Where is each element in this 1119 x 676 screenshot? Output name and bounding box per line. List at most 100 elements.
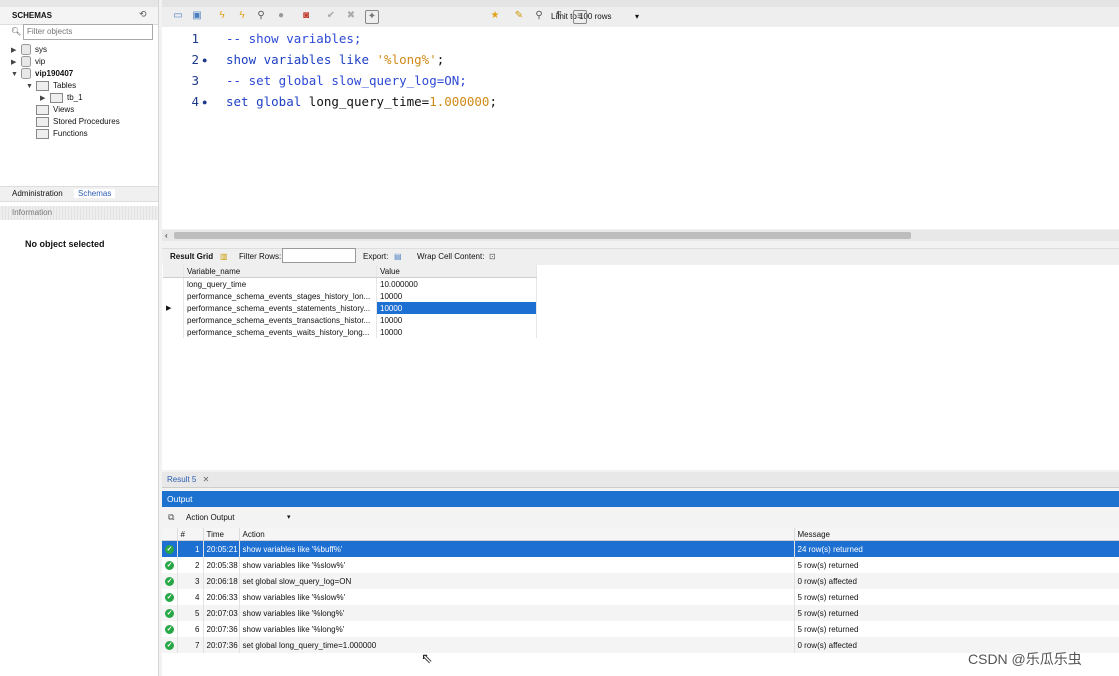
column-header-number[interactable]: # — [177, 528, 204, 541]
find-replace-icon[interactable]: ✎ — [513, 10, 525, 22]
column-header-time[interactable]: Time — [203, 528, 240, 541]
row-time: 20:06:18 — [203, 573, 240, 589]
grid-header-row: Variable_name Value — [163, 265, 537, 278]
grid-cell-selected[interactable]: 10000 — [376, 302, 537, 314]
table-row[interactable]: ✓ 5 20:07:03 show variables like '%long%' 5 … — [162, 605, 1119, 621]
table-row[interactable]: ✓ 2 20:05:38 show variables like '%slow%' 5 … — [162, 557, 1119, 573]
row-time: 20:07:36 — [203, 637, 240, 653]
line-number: 3 — [191, 73, 199, 88]
table-row[interactable]: ✓ 1 20:05:21 show variables like '%buff%' 24… — [162, 540, 1119, 557]
invisible-chars-icon[interactable]: ¶ — [553, 10, 565, 22]
tree-label: Functions — [53, 129, 88, 138]
execute-icon[interactable]: ϟ — [216, 10, 228, 22]
close-icon[interactable]: ✕ — [203, 475, 210, 484]
grid-cell[interactable]: performance_schema_events_stages_history… — [183, 290, 377, 302]
grid-cell[interactable]: long_query_time — [183, 277, 377, 290]
tree-item-tables[interactable]: ▼ Tables — [26, 80, 76, 92]
grid-cell[interactable]: performance_schema_events_waits_history_… — [183, 326, 377, 338]
row-indicator — [163, 326, 184, 338]
grid-view-icon[interactable]: ▥ — [220, 251, 228, 263]
grid-cell[interactable]: performance_schema_events_transactions_h… — [183, 314, 377, 326]
table-row[interactable]: long_query_time 10.000000 — [163, 277, 537, 290]
table-row[interactable]: performance_schema_events_stages_history… — [163, 290, 537, 302]
row-time: 20:05:38 — [203, 557, 240, 573]
copy-icon[interactable]: ⧉ — [168, 512, 174, 523]
beautify-icon[interactable]: ★ — [489, 10, 501, 22]
row-number: 3 — [177, 573, 204, 589]
grid-cell[interactable]: 10000 — [376, 290, 537, 302]
table-row[interactable]: ✓ 6 20:07:36 show variables like '%long%' 5 … — [162, 621, 1119, 637]
code-string: '%long%' — [376, 52, 437, 67]
table-row[interactable]: performance_schema_events_waits_history_… — [163, 326, 537, 338]
tree-item-sys[interactable]: ▶ sys — [11, 44, 47, 56]
row-action: show variables like '%slow%' — [239, 557, 795, 573]
open-file-icon[interactable]: ▭ — [172, 10, 184, 22]
line-number: 1 — [191, 31, 199, 46]
filter-objects-input[interactable] — [24, 25, 152, 37]
code-line-2[interactable]: show variables like '%long%'; — [226, 52, 444, 67]
row-indicator — [163, 290, 184, 302]
row-number: 2 — [177, 557, 204, 573]
wrap-cell-label: Wrap Cell Content: — [417, 252, 485, 261]
column-header-variable-name[interactable]: Variable_name — [183, 265, 377, 278]
table-row[interactable]: performance_schema_events_transactions_h… — [163, 314, 537, 326]
row-number: 1 — [177, 540, 204, 557]
tree-item-views[interactable]: Views — [36, 104, 74, 116]
grid-cell[interactable]: performance_schema_events_statements_his… — [183, 302, 377, 314]
toggle-error-icon[interactable]: ◙ — [300, 10, 312, 22]
tab-administration[interactable]: Administration — [12, 189, 63, 198]
filter-objects-field[interactable] — [23, 24, 153, 40]
execute-current-icon[interactable]: ϟ — [236, 10, 248, 22]
folder-icon — [36, 116, 49, 127]
action-output-bar: ⧉ Action Output ▾ — [162, 508, 1119, 527]
row-message: 5 row(s) returned — [794, 557, 1119, 573]
dropdown-arrow-icon[interactable]: ▾ — [287, 513, 291, 521]
grid-cell[interactable]: 10.000000 — [376, 277, 537, 290]
code-line-4[interactable]: set global long_query_time=1.000000; — [226, 94, 497, 109]
tab-schemas[interactable]: Schemas — [74, 189, 116, 198]
information-title: Information — [12, 208, 53, 217]
wrap-lines-icon[interactable]: ≡ — [573, 10, 587, 24]
grid-cell[interactable]: 10000 — [376, 326, 537, 338]
tree-item-vip[interactable]: ▶ vip — [11, 56, 45, 68]
column-header-action[interactable]: Action — [239, 528, 795, 541]
result-grid-label[interactable]: Result Grid — [170, 251, 213, 263]
collapse-arrow-icon[interactable]: ▼ — [26, 81, 36, 93]
tree-item-tb-1[interactable]: ▶ tb_1 — [40, 92, 83, 104]
tab-result-5[interactable]: Result 5 ✕ — [167, 475, 209, 484]
code-line-1[interactable]: -- show variables; — [226, 31, 361, 46]
export-icon[interactable]: ▤ — [394, 251, 402, 263]
tree-item-stored-procedures[interactable]: Stored Procedures — [36, 116, 120, 128]
scroll-left-icon[interactable]: ‹ — [165, 231, 168, 240]
collapse-arrow-icon[interactable]: ▼ — [11, 69, 21, 81]
database-icon — [21, 56, 31, 68]
no-object-selected-text: No object selected — [25, 239, 105, 249]
sql-toolbar: ▭ ▣ ϟ ϟ ⚲ ● ◙ ✔ ✖ ✦ Limit to 100 rows ▾ ★… — [162, 7, 1119, 28]
tree-item-functions[interactable]: Functions — [36, 128, 88, 140]
mouse-pointer-icon: ⇖ — [421, 650, 433, 666]
code-line-3[interactable]: -- set global slow_query_log=ON; — [226, 73, 467, 88]
success-check-icon: ✓ — [165, 625, 174, 634]
refresh-icon[interactable]: ⟲ — [139, 9, 147, 20]
table-row[interactable]: ✓ 4 20:06:33 show variables like '%slow%' 5 … — [162, 589, 1119, 605]
stop-icon[interactable]: ● — [275, 10, 287, 22]
wrap-cell-icon[interactable]: ⊡ — [489, 251, 496, 263]
search-icon[interactable]: ⚲ — [533, 10, 545, 22]
action-output-select[interactable]: Action Output — [186, 513, 234, 522]
tree-item-vip190407[interactable]: ▼ vip190407 — [11, 68, 73, 80]
commit-icon[interactable]: ✔ — [325, 10, 337, 22]
autocommit-icon[interactable]: ✦ — [365, 10, 379, 24]
query-tab-strip — [162, 0, 1119, 7]
table-row[interactable]: ▶ performance_schema_events_statements_hi… — [163, 302, 537, 314]
rollback-icon[interactable]: ✖ — [345, 10, 357, 22]
grid-cell[interactable]: 10000 — [376, 314, 537, 326]
row-indicator — [163, 314, 184, 326]
explain-icon[interactable]: ⚲ — [255, 10, 267, 22]
column-header-message[interactable]: Message — [794, 528, 1119, 541]
filter-rows-input[interactable] — [282, 248, 356, 263]
save-icon[interactable]: ▣ — [191, 10, 203, 22]
scrollbar-thumb[interactable] — [174, 232, 911, 239]
database-icon — [21, 44, 31, 56]
column-header-value[interactable]: Value — [376, 265, 537, 278]
table-row[interactable]: ✓ 3 20:06:18 set global slow_query_log=ON 0 … — [162, 573, 1119, 589]
